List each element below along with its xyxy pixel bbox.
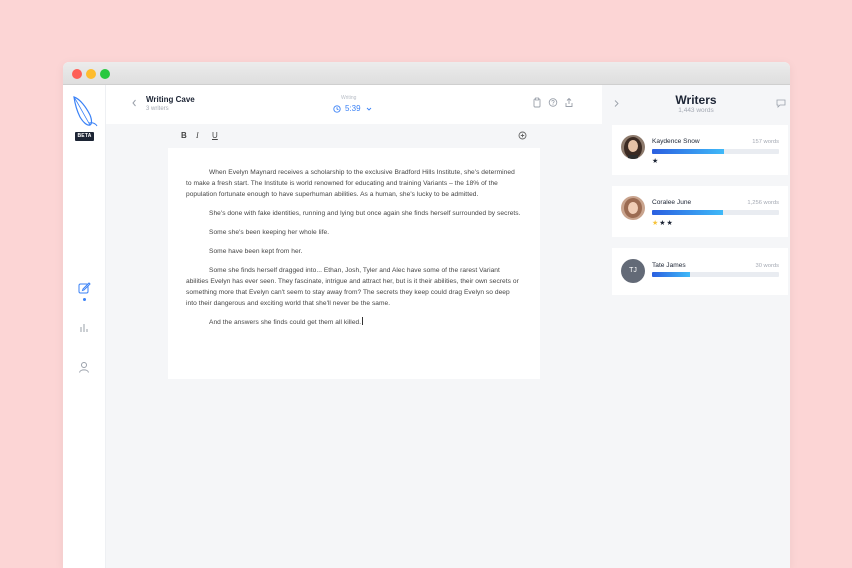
panel-title: Writers [675, 93, 717, 107]
title-bar [63, 62, 790, 85]
progress-bar [652, 149, 779, 154]
writer-name: Kaydence Snow [652, 138, 700, 145]
total-words: 1,443 words [678, 107, 714, 114]
quill-logo-icon [73, 96, 98, 127]
progress-fill [652, 272, 691, 277]
text-cursor [362, 316, 364, 325]
beta-badge: BETA [75, 132, 94, 141]
star-icon: ★ [652, 158, 660, 165]
clock-icon [333, 104, 341, 113]
star-icon: ★★ [659, 220, 674, 227]
timer-value: 5:39 [345, 104, 361, 113]
paragraph: Some she's been keeping her whole life. [209, 228, 330, 236]
active-indicator [83, 298, 86, 301]
share-icon[interactable] [564, 97, 574, 108]
avatar [621, 135, 645, 159]
document-title: Writing Cave [146, 95, 195, 104]
app-window: BETA Writing Cave 3 writers Writing 5:39… [63, 62, 790, 568]
avatar-initials: TJ [621, 259, 645, 283]
paragraph: She's done with fake identities, running… [209, 210, 521, 218]
writer-name: Tate James [652, 262, 686, 269]
avatar [621, 196, 645, 220]
paragraph: Some she finds herself dragged into... E… [186, 266, 519, 308]
writer-card[interactable]: TJ Tate James 30 words [612, 248, 788, 295]
clipboard-icon[interactable] [532, 97, 542, 108]
stats-icon[interactable] [77, 321, 91, 335]
chevron-left-icon[interactable] [130, 98, 138, 108]
minimize-window-button[interactable] [86, 69, 96, 79]
panel-header: Writers 1,443 words [602, 85, 790, 125]
progress-fill [652, 210, 724, 215]
bold-button[interactable]: B [181, 131, 187, 140]
edit-icon[interactable] [77, 281, 91, 295]
timer[interactable]: 5:39 [333, 104, 373, 113]
paragraph: Some have been kept from her. [209, 247, 303, 255]
writers-panel: Writers 1,443 words Kaydence Snow 157 wo… [602, 85, 790, 568]
close-window-button[interactable] [72, 69, 82, 79]
underline-button[interactable]: U [212, 131, 218, 140]
writer-words: 157 words [752, 139, 779, 145]
paragraph-last: And the answers she finds could get them… [186, 316, 522, 328]
editor-header: Writing Cave 3 writers Writing 5:39 [106, 85, 602, 124]
sidebar: BETA [63, 85, 106, 568]
rating-stars: ★ [652, 157, 659, 165]
user-icon[interactable] [77, 360, 91, 374]
progress-bar [652, 210, 779, 215]
maximize-window-button[interactable] [100, 69, 110, 79]
format-toolbar: B I U [106, 124, 602, 148]
writer-words: 30 words [755, 263, 779, 269]
timer-label: Writing [341, 95, 357, 101]
add-icon[interactable] [518, 131, 527, 140]
help-icon[interactable] [548, 97, 558, 108]
writer-count: 3 writers [146, 106, 169, 112]
italic-button[interactable]: I [196, 131, 199, 140]
writer-words: 1,256 words [747, 200, 779, 206]
progress-fill [652, 149, 725, 154]
paragraph-text: And the answers she finds could get them… [209, 318, 362, 326]
writer-card[interactable]: Kaydence Snow 157 words ★ [612, 125, 788, 175]
progress-bar [652, 272, 779, 277]
document-page[interactable]: When Evelyn Maynard receives a scholarsh… [168, 148, 540, 379]
editor-area: Writing Cave 3 writers Writing 5:39 B I … [106, 85, 602, 568]
chat-icon[interactable] [776, 99, 786, 108]
chevron-down-icon [366, 107, 371, 111]
writer-card[interactable]: Coralee June 1,256 words ★★★ [612, 186, 788, 237]
rating-stars: ★★★ [652, 219, 674, 227]
paragraph: When Evelyn Maynard receives a scholarsh… [186, 169, 515, 199]
writer-name: Coralee June [652, 199, 692, 206]
